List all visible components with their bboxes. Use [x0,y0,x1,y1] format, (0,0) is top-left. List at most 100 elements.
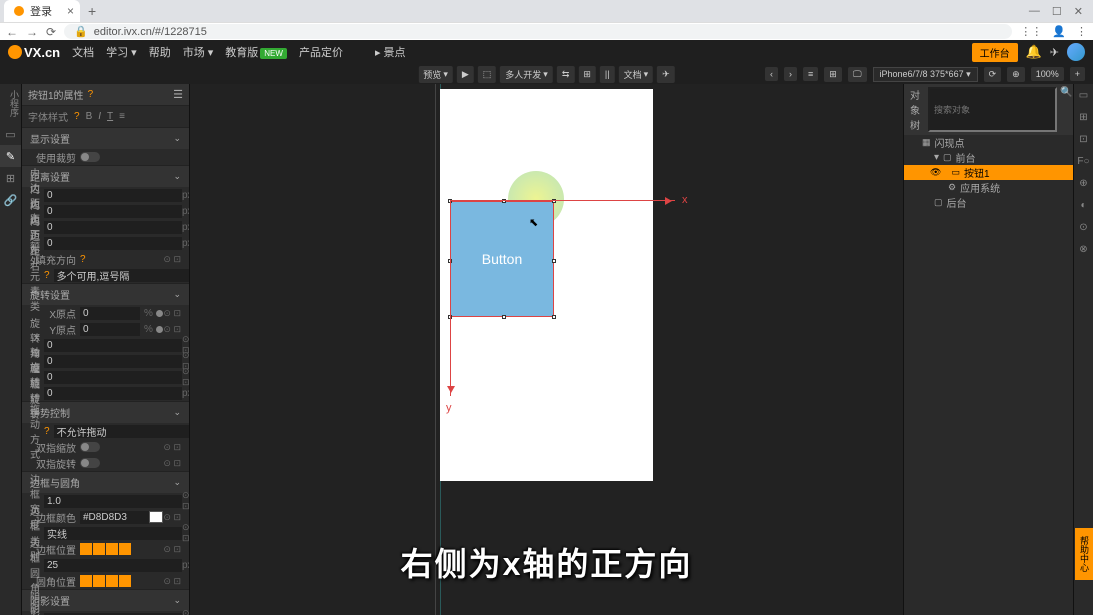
resize-handle[interactable] [552,259,556,263]
radius-pos-group[interactable] [80,575,131,587]
paper-plane-icon[interactable]: ✈ [1050,46,1059,59]
italic-icon[interactable]: I [98,111,101,122]
slider-x[interactable] [156,310,163,317]
tool-select[interactable]: ▭ [0,123,21,145]
help-icon[interactable]: ? [88,89,94,100]
menu-docs[interactable]: 文档 [72,44,94,60]
section-shadow[interactable]: 阴影设置⌄ [22,589,189,611]
collab-button[interactable]: 多人开发 ▾ [500,66,553,83]
new-tab-button[interactable]: + [88,3,96,19]
section-gesture[interactable]: 手势控制⌄ [22,401,189,423]
url-input[interactable]: 🔒 editor.ivx.cn/#/1228715 [64,24,1012,39]
rtool-8[interactable]: ⊗ [1074,238,1093,260]
menu-edu[interactable]: 教育版NEW [225,44,287,60]
help-icon[interactable]: ? [44,270,50,281]
add-icon[interactable]: + [1070,67,1085,81]
avatar[interactable] [1067,43,1085,61]
menu-pricing[interactable]: 产品定价 [299,44,343,60]
rtool-1[interactable]: ▭ [1074,84,1093,106]
resize-handle[interactable] [502,315,506,319]
maximize-icon[interactable]: ☐ [1052,5,1062,18]
input-rot-y[interactable] [44,371,182,384]
align-icon[interactable]: ≡ [803,67,818,81]
bell-icon[interactable]: 🔔 [1026,44,1042,60]
menu-market[interactable]: 市场 ▾ [183,44,214,60]
input-radius[interactable] [44,559,182,572]
device-select[interactable]: iPhone6/7/8 375*667 ▾ [873,67,978,82]
underline-icon[interactable]: T [107,111,113,122]
toggle-pinch[interactable] [80,442,100,452]
tool-link[interactable]: 🔗 [0,189,21,211]
input-pad-top[interactable] [44,189,182,202]
rtool-2[interactable]: ⊞ [1074,106,1093,128]
input-y-origin[interactable] [80,323,140,336]
toggle-clip[interactable] [80,152,100,162]
rtool-3[interactable]: ⊡ [1074,128,1093,150]
resize-handle[interactable] [552,315,556,319]
rtool-7[interactable]: ⊙ [1074,216,1093,238]
close-icon[interactable]: × [67,4,74,18]
extensions-icon[interactable]: ⋮⋮ [1020,25,1042,38]
help-icon[interactable]: ? [80,254,86,265]
input-pad-right[interactable] [44,237,182,250]
refresh-icon[interactable]: ⟳ [984,67,1002,82]
menu-help[interactable]: 帮助 [149,44,171,60]
help-icon[interactable]: ? [74,111,80,122]
bold-icon[interactable]: B [86,111,93,122]
reload-icon[interactable]: ⟳ [46,25,56,39]
artboard[interactable]: Button [440,89,653,481]
align-icon[interactable]: ≡ [119,111,125,122]
stop-icon[interactable]: ⬚ [478,66,497,83]
input-border-c[interactable] [80,511,149,524]
section-distance[interactable]: 距离设置⌄ [22,165,189,187]
tree-node-backend[interactable]: ▢后台 [904,195,1073,210]
input-pad-left[interactable] [44,221,182,234]
profile-icon[interactable]: 👤 [1052,25,1066,38]
play-icon[interactable]: ▶ [457,66,474,83]
menu-icon[interactable]: ⋮ [1076,25,1087,38]
hamburger-icon[interactable]: ☰ [173,88,183,101]
toggle-twist[interactable] [80,458,100,468]
section-display[interactable]: 显示设置⌄ [22,127,189,149]
color-swatch[interactable] [149,511,163,523]
tool-edit[interactable]: ✎ [0,145,21,167]
bars-icon[interactable]: || [600,66,615,83]
zoom-display[interactable]: 100% [1031,67,1064,81]
canvas[interactable]: Button x y ⬉ [190,84,903,615]
button-element[interactable]: Button [450,201,554,317]
input-border-type[interactable] [44,527,182,540]
menu-learn[interactable]: 学习 ▾ [106,44,137,60]
help-center-button[interactable]: 帮助中心 [1075,528,1093,580]
menu-spot[interactable]: ▸ 景点 [375,44,406,60]
rtool-4[interactable]: F○ [1074,150,1093,172]
minimize-icon[interactable]: — [1029,5,1040,18]
input-x-origin[interactable] [80,307,140,320]
nav-left-icon[interactable]: ‹ [765,67,778,81]
back-icon[interactable]: ← [6,25,18,39]
send-icon[interactable]: ✈ [657,66,675,83]
help-icon[interactable]: ? [44,426,50,437]
nav-right-icon[interactable]: › [784,67,797,81]
preview-button[interactable]: 预览 ▾ [418,66,453,83]
layout-icon[interactable]: ⊞ [824,67,842,82]
slider-y[interactable] [156,326,163,333]
grid-icon[interactable]: ⊞ [578,66,596,83]
tool-component[interactable]: ⊞ [0,167,21,189]
target-icon[interactable]: ⊕ [1007,67,1025,82]
input-rotate[interactable] [44,339,182,352]
input-rot-x[interactable] [44,355,182,368]
close-window-icon[interactable]: ✕ [1074,5,1083,18]
tree-node-frontend[interactable]: ▾▢前台 [904,150,1073,165]
input-pad-bottom[interactable] [44,205,182,218]
section-border[interactable]: 边框与圆角⌄ [22,471,189,493]
section-rotate[interactable]: 旋转设置⌄ [22,283,189,305]
input-extra-class[interactable] [54,269,190,282]
monitor-icon[interactable]: 🖵 [848,67,867,82]
tree-node-button1[interactable]: 👁▭按钮1 [904,165,1073,180]
forward-icon[interactable]: → [26,25,38,39]
browser-tab[interactable]: 登录 × [4,0,80,22]
tree-search[interactable] [928,87,1057,132]
tree-node-root[interactable]: ▦闪现点 [904,135,1073,150]
input-drag[interactable] [54,425,190,438]
workspace-button[interactable]: 工作台 [972,43,1018,62]
